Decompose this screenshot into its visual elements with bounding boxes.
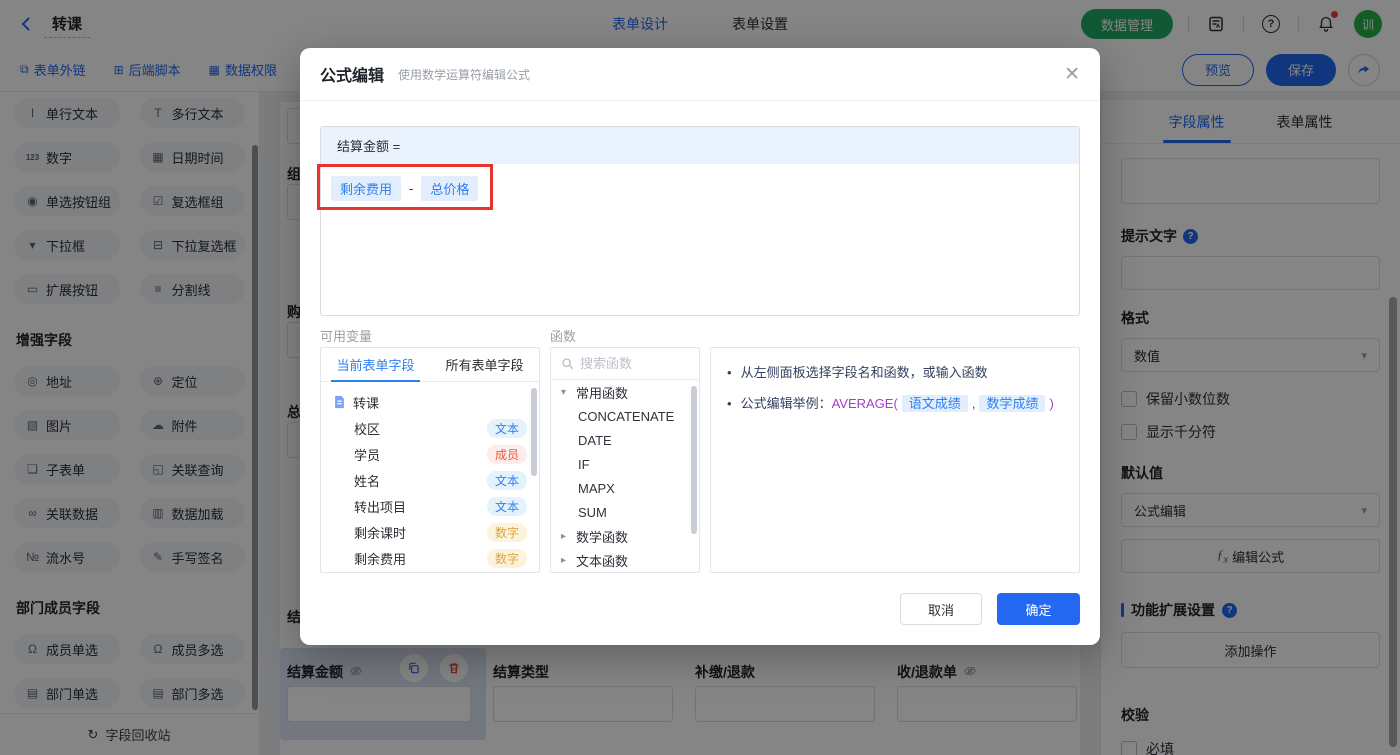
functions-scrollbar[interactable]	[691, 386, 697, 534]
modal-subtitle: 使用数学运算符编辑公式	[398, 66, 530, 83]
variable-type-badge: 数字	[487, 523, 527, 542]
example-field-chip: 语文成绩	[902, 395, 968, 412]
function-group[interactable]: ▾ 常用函数	[551, 380, 699, 404]
variable-name: 学员	[354, 445, 380, 464]
variable-row[interactable]: 转出项目 文本	[321, 493, 539, 519]
variable-name: 剩余课时	[354, 523, 406, 542]
form-doc-icon	[333, 395, 346, 409]
formula-editor-modal: 公式编辑 使用数学运算符编辑公式 ✕ 结算金额 = 剩余费用-总价格 可用变量 …	[300, 48, 1100, 645]
chevron-right-icon: ▸	[561, 555, 571, 566]
variable-type-badge: 成员	[487, 445, 527, 464]
variable-row[interactable]: 剩余费用 数字	[321, 545, 539, 571]
function-search[interactable]	[551, 348, 699, 380]
function-item[interactable]: IF	[551, 452, 699, 476]
variables-scrollbar[interactable]	[531, 388, 537, 476]
variables-tab-所有表单字段[interactable]: 所有表单字段	[430, 348, 539, 381]
variable-row[interactable]: 校区 文本	[321, 415, 539, 441]
variables-tab-当前表单字段[interactable]: 当前表单字段	[321, 348, 430, 381]
formula-help-panel: •从左侧面板选择字段名和函数，或输入函数 • 公式编辑举例：AVERAGE(语文…	[710, 347, 1080, 573]
formula-editor[interactable]: 结算金额 = 剩余费用-总价格	[320, 126, 1080, 316]
variable-row[interactable]: 剩余课时 数字	[321, 519, 539, 545]
search-icon	[561, 357, 574, 370]
function-item[interactable]: CONCATENATE	[551, 404, 699, 428]
function-item[interactable]: SUM	[551, 500, 699, 524]
function-item[interactable]: MAPX	[551, 476, 699, 500]
variables-panel: 当前表单字段所有表单字段 转课校区文本学员成员姓名文本转出项目文本剩余课时数字剩…	[320, 347, 540, 573]
app-root: 转课 表单设计表单设置 数据管理 ? 训 ⧉表单外链⊞后端脚本▦数据权限 预览 …	[0, 0, 1400, 755]
variable-name: 转出项目	[354, 497, 406, 516]
variable-name: 剩余费用	[354, 549, 406, 568]
cancel-button[interactable]: 取消	[900, 593, 982, 625]
form-name: 转课	[353, 393, 379, 412]
functions-label: 函数	[550, 326, 576, 345]
function-item[interactable]: DATE	[551, 428, 699, 452]
functions-panel: ▾ 常用函数 CONCATENATEDATEIFMAPXSUM ▸ 数学函数 ▸ 文本函数	[550, 347, 700, 573]
variables-form-node[interactable]: 转课	[321, 389, 539, 415]
help-example: • 公式编辑举例：AVERAGE(语文成绩,数学成绩)	[727, 394, 1063, 414]
variable-name: 姓名	[354, 471, 380, 490]
function-group[interactable]: ▸ 数学函数	[551, 524, 699, 548]
variables-label: 可用变量	[320, 326, 372, 345]
variable-type-badge: 文本	[487, 419, 527, 438]
example-function-open: AVERAGE(	[832, 396, 898, 411]
close-icon[interactable]: ✕	[1064, 65, 1080, 84]
variable-name: 校区	[354, 419, 380, 438]
chevron-right-icon: ▸	[561, 531, 571, 542]
variable-row[interactable]: 姓名 文本	[321, 467, 539, 493]
variable-type-badge: 文本	[487, 497, 527, 516]
example-field-chip: 数学成绩	[979, 395, 1045, 412]
function-group-name: 数学函数	[576, 527, 628, 546]
modal-title: 公式编辑	[320, 62, 384, 86]
function-group-name: 常用函数	[576, 383, 628, 402]
annotation-red-box	[317, 164, 493, 210]
confirm-button[interactable]: 确定	[997, 593, 1080, 625]
example-function-close: )	[1049, 396, 1053, 411]
chevron-down-icon: ▾	[561, 387, 571, 398]
variable-type-badge: 数字	[487, 549, 527, 568]
function-group[interactable]: ▸ 文本函数	[551, 548, 699, 572]
function-search-input[interactable]	[580, 356, 680, 371]
formula-target: 结算金额 =	[321, 127, 1079, 164]
help-tip: •从左侧面板选择字段名和函数，或输入函数	[727, 363, 1063, 383]
variable-type-badge: 文本	[487, 471, 527, 490]
variable-row[interactable]: 学员 成员	[321, 441, 539, 467]
function-group-name: 文本函数	[576, 551, 628, 570]
